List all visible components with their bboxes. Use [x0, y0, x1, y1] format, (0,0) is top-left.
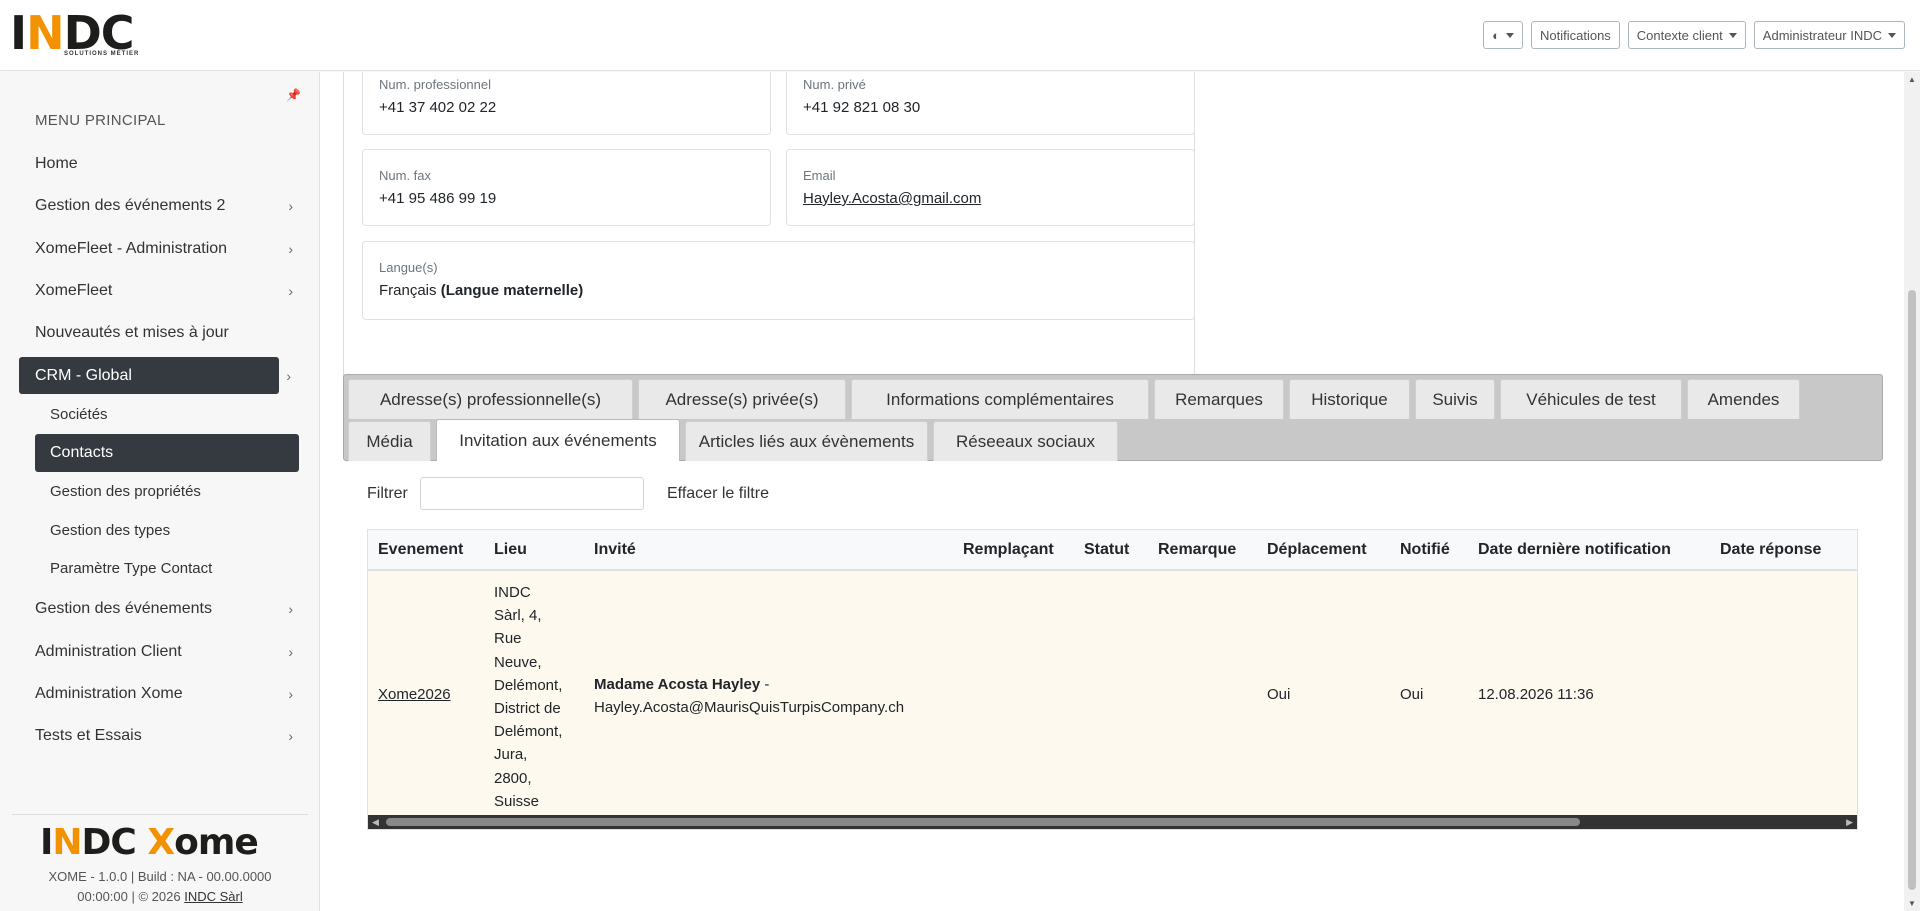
scroll-left-icon[interactable]: ◀ [372, 817, 379, 828]
version-text: XOME - 1.0.0 | Build : NA - 00.00.0000 [48, 869, 272, 884]
caret-down-icon [1728, 32, 1737, 38]
table-row[interactable]: Xome2026 INDC Sàrl, 4, Rue Neuve, Delémo… [368, 571, 1857, 817]
tab-media[interactable]: Média [348, 421, 431, 461]
chevron-right-icon: › [288, 644, 293, 660]
theme-toggle-button[interactable]: ◐ [1483, 21, 1523, 49]
field-num-prive: Num. privé +41 92 821 08 30 [786, 72, 1195, 135]
chevron-right-icon: › [286, 367, 291, 384]
copyright-text: 00:00:00 | © 2026 [77, 889, 181, 904]
field-num-fax: Num. fax +41 95 486 99 19 [362, 149, 771, 226]
tab-informations-complementaires[interactable]: Informations complémentaires [851, 379, 1149, 419]
event-link[interactable]: Xome2026 [378, 686, 451, 703]
tab-historique[interactable]: Historique [1289, 379, 1410, 419]
sidebar-item-home[interactable]: Home [35, 149, 295, 179]
chevron-right-icon: › [288, 283, 293, 299]
horizontal-scrollbar[interactable]: ◀ ▶ [368, 815, 1857, 829]
filter-label: Filtrer [367, 485, 408, 502]
caret-down-icon [1888, 32, 1896, 38]
cell-deplacement: Oui [1267, 686, 1291, 703]
clear-filter-button[interactable]: Effacer le filtre [667, 485, 769, 503]
invitations-table: Evenement Lieu Invité Remplaçant Statut … [367, 529, 1858, 830]
col-remarque[interactable]: Remarque [1158, 541, 1236, 559]
scroll-thumb[interactable] [386, 818, 1580, 826]
sidebar-subitem-societes[interactable]: Sociétés [50, 400, 108, 428]
sidebar-item-gestion-evenements-2[interactable]: Gestion des événements 2 › [35, 191, 295, 221]
cell-invite: Madame Acosta Hayley - Hayley.Acosta@Mau… [594, 673, 904, 719]
footer-info: XOME - 1.0.0 | Build : NA - 00.00.0000 0… [12, 867, 308, 907]
pin-icon[interactable]: 📌 [286, 88, 301, 102]
tab-adresses-privees[interactable]: Adresse(s) privée(s) [638, 379, 846, 419]
field-email: Email Hayley.Acosta@gmail.com [786, 149, 1195, 226]
sidebar-subitem-parametre-type-contact[interactable]: Paramètre Type Contact [50, 554, 212, 582]
col-notifie[interactable]: Notifié [1400, 541, 1450, 559]
indc-logo[interactable]: INDC SOLUTIONS MÉTIER [10, 10, 190, 62]
col-lieu[interactable]: Lieu [494, 541, 527, 559]
main-content: Num. professionnel +41 37 402 02 22 Num.… [321, 72, 1904, 911]
language-value: Français [379, 282, 437, 299]
sidebar-item-xomefleet[interactable]: XomeFleet › [35, 276, 295, 306]
page-vertical-scrollbar[interactable]: ▲ ▼ [1904, 72, 1920, 911]
cell-date-notification: 12.08.2026 11:36 [1478, 686, 1594, 703]
chevron-right-icon: › [288, 601, 293, 617]
contrast-icon: ◐ [1492, 27, 1500, 43]
sidebar-item-tests-essais[interactable]: Tests et Essais › [35, 721, 295, 751]
email-link[interactable]: Hayley.Acosta@gmail.com [803, 190, 981, 207]
chevron-right-icon: › [288, 241, 293, 257]
sidebar-subitem-contacts[interactable]: Contacts [35, 434, 299, 472]
top-actions: ◐ Notifications Contexte client Administ… [1483, 21, 1905, 49]
tab-suivis[interactable]: Suivis [1415, 379, 1495, 419]
field-langues: Langue(s) Français (Langue maternelle) [362, 241, 1195, 320]
sidebar-item-crm-global[interactable]: CRM - Global › [19, 357, 291, 394]
scroll-right-icon[interactable]: ▶ [1846, 817, 1853, 828]
tab-invitation-evenements[interactable]: Invitation aux événements [436, 419, 680, 461]
indc-xome-logo: INDC Xome [40, 822, 259, 863]
top-bar: INDC SOLUTIONS MÉTIER ◐ Notifications Co… [0, 0, 1920, 71]
sidebar-footer: INDC Xome XOME - 1.0.0 | Build : NA - 00… [12, 814, 308, 904]
tab-amendes[interactable]: Amendes [1687, 379, 1800, 419]
sidebar-item-xomefleet-administration[interactable]: XomeFleet - Administration › [35, 234, 295, 264]
invite-email: Hayley.Acosta@MaurisQuisTurpisCompany.ch [594, 699, 905, 716]
field-num-professionnel: Num. professionnel +41 37 402 02 22 [362, 72, 771, 135]
tab-remarques[interactable]: Remarques [1154, 379, 1284, 419]
menu-title: MENU PRINCIPAL [35, 112, 166, 129]
sidebar-item-nouveautes[interactable]: Nouveautés et mises à jour [35, 318, 295, 348]
sidebar-subitem-gestion-types[interactable]: Gestion des types [50, 516, 170, 544]
col-deplacement[interactable]: Déplacement [1267, 541, 1367, 559]
page-scroll-thumb[interactable] [1908, 290, 1916, 890]
col-invite[interactable]: Invité [594, 541, 636, 559]
col-statut[interactable]: Statut [1084, 541, 1129, 559]
cell-evenement: Xome2026 [378, 686, 451, 703]
tab-reseaux-sociaux[interactable]: Réseeaux sociaux [933, 421, 1118, 461]
language-note: (Langue maternelle) [440, 282, 584, 299]
chevron-right-icon: › [288, 198, 293, 214]
chevron-right-icon: › [288, 728, 293, 744]
scroll-up-icon[interactable]: ▲ [1908, 75, 1916, 84]
table-header: Evenement Lieu Invité Remplaçant Statut … [368, 530, 1857, 571]
sidebar-item-gestion-evenements[interactable]: Gestion des événements › [35, 594, 295, 624]
sidebar-item-administration-client[interactable]: Administration Client › [35, 637, 295, 667]
notifications-button[interactable]: Notifications [1530, 21, 1620, 49]
user-menu-dropdown[interactable]: Administrateur INDC [1753, 21, 1905, 49]
cell-lieu: INDC Sàrl, 4, Rue Neuve, Delémont, Distr… [494, 584, 563, 810]
company-link[interactable]: INDC Sàrl [184, 889, 243, 904]
sidebar: 📌 MENU PRINCIPAL Home Gestion des événem… [0, 72, 320, 911]
col-date-derniere-notification[interactable]: Date dernière notification [1478, 541, 1671, 559]
scroll-down-icon[interactable]: ▼ [1908, 899, 1916, 908]
sidebar-subitem-gestion-proprietes[interactable]: Gestion des propriétés [50, 477, 201, 505]
client-context-dropdown[interactable]: Contexte client [1627, 21, 1746, 49]
logo-tagline: SOLUTIONS MÉTIER [64, 51, 140, 57]
chevron-right-icon: › [288, 686, 293, 702]
caret-down-icon [1505, 32, 1514, 38]
invite-name: Madame Acosta Hayley [594, 676, 761, 693]
col-remplacant[interactable]: Remplaçant [963, 541, 1054, 559]
tab-vehicules-de-test[interactable]: Véhicules de test [1500, 379, 1682, 419]
tab-adresses-professionnelles[interactable]: Adresse(s) professionnelle(s) [348, 379, 633, 419]
sidebar-item-administration-xome[interactable]: Administration Xome › [35, 679, 295, 709]
cell-notifie: Oui [1400, 686, 1424, 703]
col-evenement[interactable]: Evenement [378, 541, 463, 559]
col-date-reponse[interactable]: Date réponse [1720, 541, 1821, 559]
tabs-container: Adresse(s) professionnelle(s) Adresse(s)… [343, 374, 1883, 461]
filter-input[interactable] [420, 477, 644, 510]
tab-articles-lies-evenements[interactable]: Articles liés aux évènements [685, 421, 928, 461]
